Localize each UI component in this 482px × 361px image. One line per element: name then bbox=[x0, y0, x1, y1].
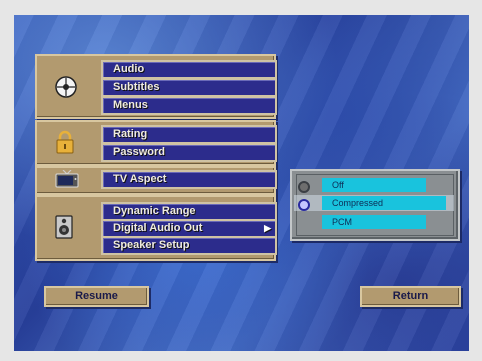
audio-button[interactable]: Audio bbox=[101, 60, 277, 79]
lock-menu-group: Rating Password bbox=[35, 120, 277, 166]
disc-icon bbox=[55, 76, 77, 103]
tv-menu-group: TV Aspect bbox=[35, 166, 277, 195]
rating-button[interactable]: Rating bbox=[101, 125, 277, 144]
speaker-icon bbox=[55, 215, 73, 244]
option-pcm[interactable]: PCM bbox=[298, 215, 448, 231]
menus-button[interactable]: Menus bbox=[101, 96, 277, 115]
digital-audio-out-label: Digital Audio Out bbox=[113, 222, 203, 234]
tv-icon bbox=[55, 169, 79, 193]
return-button[interactable]: Return bbox=[360, 286, 461, 307]
digital-audio-options-panel: Off Compressed PCM bbox=[290, 169, 460, 241]
option-pcm-label: PCM bbox=[322, 215, 426, 229]
option-compressed-label: Compressed bbox=[322, 196, 446, 210]
resume-button[interactable]: Resume bbox=[44, 286, 149, 307]
option-compressed[interactable]: Compressed bbox=[294, 195, 454, 212]
speaker-setup-button[interactable]: Speaker Setup bbox=[101, 236, 277, 255]
subtitles-button[interactable]: Subtitles bbox=[101, 78, 277, 97]
radio-compressed-icon[interactable] bbox=[298, 199, 310, 211]
submenu-arrow-icon: ▶ bbox=[264, 223, 271, 233]
disc-menu-group: Audio Subtitles Menus bbox=[35, 54, 277, 119]
speaker-menu-group: Dynamic Range Digital Audio Out ▶ Speake… bbox=[35, 195, 277, 261]
tv-aspect-button[interactable]: TV Aspect bbox=[101, 170, 277, 189]
radio-off-icon[interactable] bbox=[298, 181, 310, 193]
option-off-label: Off bbox=[322, 178, 426, 192]
padlock-icon bbox=[55, 130, 75, 159]
password-button[interactable]: Password bbox=[101, 143, 277, 162]
option-off[interactable]: Off bbox=[298, 178, 448, 194]
